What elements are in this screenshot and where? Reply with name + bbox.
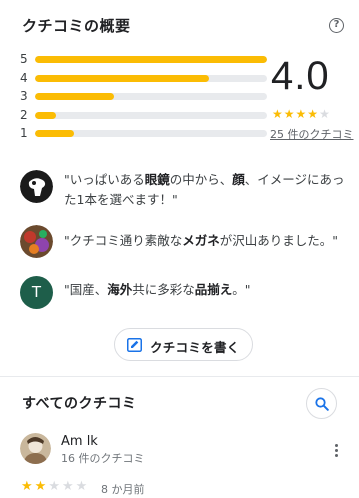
rating-distribution: 5 4 3 2 1 — [20, 52, 267, 146]
summary-title: クチコミの概要 — [22, 17, 131, 35]
review-time: 8 か月前 — [101, 483, 145, 496]
review-snippet[interactable]: "いっぱいある眼鏡の中から、顔、イメージにあった1本を選べます！" — [20, 170, 350, 207]
average-stars: ★★★★★ — [272, 107, 331, 121]
review-snippet[interactable]: "クチコミ通り素敵なメガネが沢山ありました。" — [20, 225, 350, 261]
star-filled-icon: ★ — [295, 107, 308, 121]
rating-bar-label: 3 — [20, 89, 28, 103]
rating-bar-fill — [35, 74, 209, 82]
write-review-button[interactable]: クチコミを書く — [114, 328, 253, 361]
avatar — [20, 170, 53, 203]
rating-bar-row[interactable]: 1 — [20, 126, 267, 146]
rating-bar-label: 2 — [20, 107, 28, 122]
avatar — [20, 225, 53, 258]
review-item: Am lk 16 件のクチコミ ★★★★★ 8 か月前 — [0, 428, 359, 498]
snippet-text: "いっぱいある眼鏡の中から、顔、イメージにあった1本を選べます！" — [64, 172, 345, 207]
rating-bar-row[interactable]: 5 — [20, 52, 267, 72]
rating-bar-fill — [35, 93, 114, 100]
rating-bar-row[interactable]: 2 — [20, 107, 267, 128]
rating-bar-row[interactable]: 4 — [20, 70, 267, 91]
rating-bar-track — [35, 111, 267, 119]
more-vert-icon[interactable] — [331, 442, 341, 460]
rating-bar-label: 5 — [20, 52, 28, 66]
all-reviews-title: すべてのクチコミ — [22, 396, 137, 412]
star-empty-icon: ★ — [48, 479, 62, 494]
review-stars: ★★★★★ — [21, 479, 89, 494]
rating-bar-track — [35, 130, 267, 137]
rating-bar-label: 1 — [20, 126, 28, 140]
star-empty-icon: ★ — [61, 479, 76, 494]
rating-bar-row[interactable]: 3 — [20, 89, 267, 109]
avatar: T — [20, 276, 53, 309]
edit-icon — [127, 338, 142, 352]
rating-bar-label: 4 — [20, 70, 28, 85]
star-empty-icon: ★ — [319, 107, 331, 121]
star-filled-icon: ★ — [307, 107, 320, 121]
write-review-label: クチコミを書く — [150, 340, 240, 355]
rating-bar-fill — [35, 111, 56, 119]
search-reviews-button[interactable] — [306, 388, 337, 419]
avatar-letter: T — [31, 283, 42, 301]
rating-bar-track — [35, 93, 267, 100]
snippet-text: "国産、海外共に多彩な品揃え。" — [64, 282, 251, 297]
star-empty-icon: ★ — [75, 479, 90, 494]
average-rating: 4.0 — [271, 54, 330, 98]
rating-bar-track — [35, 74, 267, 82]
reviewer-name[interactable]: Am lk — [61, 434, 98, 449]
avatar[interactable] — [20, 433, 51, 464]
rating-bar-track — [35, 56, 267, 63]
search-icon — [315, 397, 329, 411]
review-snippet[interactable]: T "国産、海外共に多彩な品揃え。" — [20, 276, 350, 312]
review-count-link[interactable]: 25 件のクチコミ — [270, 127, 359, 143]
star-filled-icon: ★ — [34, 479, 49, 494]
star-filled-icon: ★ — [21, 479, 35, 494]
reviewer-review-count: 16 件のクチコミ — [61, 452, 145, 465]
star-filled-icon: ★ — [283, 107, 296, 121]
help-icon[interactable]: ? — [329, 18, 344, 33]
rating-bar-fill — [35, 56, 267, 63]
section-divider — [0, 376, 359, 377]
review-summary: クチコミの概要 ? 5 4 3 2 1 4.0 ★★★★★ 25 件のクチコミ — [0, 0, 359, 376]
star-filled-icon: ★ — [272, 107, 284, 121]
snippet-text: "クチコミ通り素敵なメガネが沢山ありました。" — [64, 233, 339, 248]
rating-bar-fill — [35, 130, 75, 137]
